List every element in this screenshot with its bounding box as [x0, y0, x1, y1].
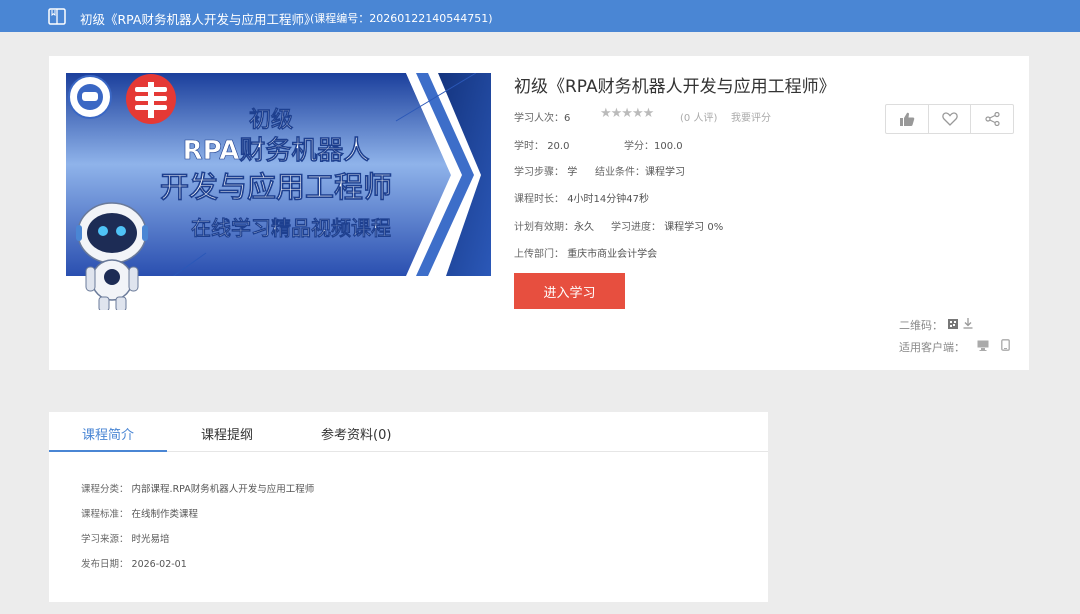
- tab-outline[interactable]: 课程提纲: [201, 424, 253, 443]
- steps-value: 学: [567, 167, 578, 178]
- client-label: 适用客户端：: [899, 341, 965, 354]
- favorite-button[interactable]: [929, 105, 972, 133]
- standard-label: 课程标准：: [81, 509, 129, 520]
- cover-line4: 在线学习精品视频课程: [191, 216, 391, 240]
- action-group: [885, 104, 1014, 134]
- qr-code-icon[interactable]: [948, 319, 958, 329]
- course-card: 初级 RPA财务机器人 开发与应用工程师 在线学习精品视频课程 初级《RPA财务…: [49, 56, 1029, 370]
- course-code: (课程编号：20260122140544751): [310, 12, 493, 25]
- course-cover-image[interactable]: 初级 RPA财务机器人 开发与应用工程师 在线学习精品视频课程: [66, 73, 491, 310]
- validity-row: 计划有效期：永久: [514, 218, 594, 233]
- source-value: 时光易培: [131, 534, 170, 545]
- standard-value: 在线制作类课程: [131, 509, 199, 520]
- completion-row: 结业条件：课程学习: [595, 163, 685, 178]
- rate-link[interactable]: 我要评分: [731, 109, 771, 124]
- heart-icon: [941, 112, 958, 126]
- header-title: 初级《RPA财务机器人开发与应用工程师》: [80, 12, 317, 27]
- progress-label: 学习进度：: [611, 222, 661, 233]
- qr-code-label: 二维码：: [899, 319, 943, 332]
- duration-label: 课程时长：: [514, 194, 564, 205]
- thumbs-up-icon: [899, 112, 915, 126]
- dept-label: 上传部门：: [514, 249, 564, 260]
- cover-line1: 初级: [249, 107, 293, 133]
- hours-label: 学时：: [514, 141, 544, 152]
- progress-value: 课程学习 0%: [664, 222, 724, 233]
- course-title: 初级《RPA财务机器人开发与应用工程师》: [514, 77, 836, 97]
- share-button[interactable]: [971, 105, 1013, 133]
- enter-study-button[interactable]: 进入学习: [514, 273, 625, 309]
- completion-value: 课程学习: [645, 167, 685, 178]
- hours-value: 20.0: [547, 141, 570, 152]
- learners-value: 6: [564, 113, 571, 124]
- cover-line2: RPA财务机器人: [183, 136, 370, 166]
- learners-row: 学习人次：6: [514, 109, 570, 124]
- validity-label: 计划有效期：: [514, 222, 574, 233]
- validity-value: 永久: [574, 222, 594, 233]
- mobile-icon: [1001, 339, 1010, 351]
- steps-label: 学习步骤：: [514, 167, 564, 178]
- tab-bar: 课程简介 课程提纲 参考资料(0): [49, 412, 768, 452]
- category-label: 课程分类：: [81, 484, 129, 495]
- credits-value: 100.0: [654, 141, 683, 152]
- tab-intro[interactable]: 课程简介: [82, 424, 134, 443]
- duration-value: 4小时14分钟47秒: [567, 194, 649, 205]
- top-bar: 初级《RPA财务机器人开发与应用工程师》 (课程编号：2026012214054…: [0, 0, 1080, 32]
- dept-row: 上传部门： 重庆市商业会计学会: [514, 245, 657, 260]
- desktop-icon: [977, 340, 989, 351]
- course-detail-panel: 课程简介 课程提纲 参考资料(0) 课程分类： 内部课程.RPA财务机器人开发与…: [49, 412, 768, 602]
- source-label: 学习来源：: [81, 534, 129, 545]
- learners-label: 学习人次：: [514, 113, 564, 124]
- date-label: 发布日期：: [81, 559, 129, 570]
- standard-row: 课程标准： 在线制作类课程: [81, 506, 198, 520]
- tab-references[interactable]: 参考资料(0): [321, 424, 391, 443]
- credits-label: 学分：: [624, 141, 654, 152]
- date-row: 发布日期： 2026-02-01: [81, 556, 187, 570]
- active-tab-indicator: [49, 450, 167, 452]
- hours-row: 学时： 20.0: [514, 137, 569, 152]
- category-value: 内部课程.RPA财务机器人开发与应用工程师: [131, 484, 315, 495]
- date-value: 2026-02-01: [131, 559, 187, 570]
- source-row: 学习来源： 时光易培: [81, 531, 170, 545]
- share-icon: [985, 112, 1000, 126]
- like-button[interactable]: [886, 105, 929, 133]
- dept-value: 重庆市商业会计学会: [567, 249, 658, 260]
- review-count: (0 人评): [680, 113, 718, 124]
- credits-row: 学分：100.0: [624, 137, 683, 152]
- download-icon[interactable]: [963, 318, 973, 329]
- steps-row: 学习步骤： 学: [514, 163, 577, 178]
- duration-row: 课程时长： 4小时14分钟47秒: [514, 190, 649, 205]
- progress-row: 学习进度： 课程学习 0%: [611, 218, 723, 233]
- completion-label: 结业条件：: [595, 167, 645, 178]
- book-icon: [48, 8, 66, 25]
- cover-line3: 开发与应用工程师: [160, 170, 392, 204]
- category-row: 课程分类： 内部课程.RPA财务机器人开发与应用工程师: [81, 481, 314, 495]
- rating-stars[interactable]: ★★★★★: [600, 106, 654, 121]
